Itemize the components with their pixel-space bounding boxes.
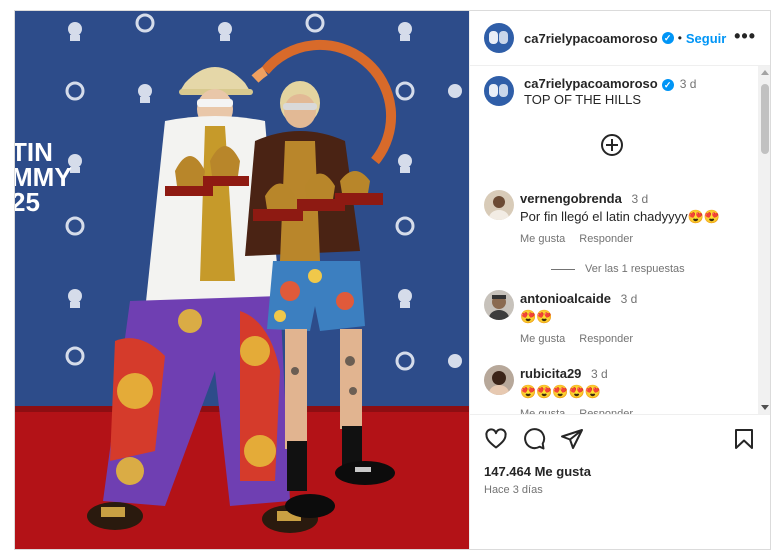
post-actions-bar: 147.464 Me gusta Hace 3 días [470, 414, 770, 549]
comment-like-button[interactable]: Me gusta [520, 331, 565, 348]
comment-text: 😍😍 [520, 309, 553, 324]
view-replies-button[interactable]: Ver las 1 respuestas [551, 263, 685, 275]
comment-time[interactable]: 3 d [591, 367, 608, 381]
comment-like-button[interactable]: Me gusta [520, 231, 565, 248]
commenter-avatar[interactable] [484, 190, 514, 220]
comment-text: Por fin llegó el latin chadyyyy😍😍 [520, 209, 721, 224]
commenter-username[interactable]: antonioalcaide [520, 291, 611, 306]
add-comment-icon[interactable] [601, 134, 623, 156]
more-options-icon[interactable]: ••• [734, 27, 756, 45]
scrollbar-thumb[interactable] [761, 84, 769, 154]
comments-scrollbar[interactable] [758, 66, 770, 414]
scroll-down-arrow-icon[interactable] [761, 405, 769, 410]
caption-time[interactable]: 3 d [680, 77, 697, 91]
share-send-icon[interactable] [560, 427, 584, 451]
post-caption: ca7rielypacoamoroso ✓ 3 d TOP OF THE HILLS [484, 76, 696, 108]
comment-item: rubicita29 3 d 😍😍😍😍😍 Me gusta Responder [484, 365, 633, 414]
save-bookmark-icon[interactable] [732, 427, 756, 451]
comment-time[interactable]: 3 d [631, 192, 648, 206]
commenter-avatar[interactable] [484, 365, 514, 395]
post-photo[interactable]: TIN MMY 25 [15, 11, 469, 549]
comment-time[interactable]: 3 d [621, 292, 638, 306]
comment-item: antonioalcaide 3 d 😍😍 Me gusta Responder [484, 290, 637, 348]
author-username[interactable]: ca7rielypacoamoroso [524, 31, 658, 46]
comment-reply-button[interactable]: Responder [579, 406, 633, 414]
comments-section[interactable]: ca7rielypacoamoroso ✓ 3 d TOP OF THE HILLS… [470, 66, 770, 414]
caption-text: TOP OF THE HILLS [524, 92, 642, 107]
separator-dot: • [677, 31, 682, 45]
author-avatar[interactable] [484, 23, 514, 53]
likes-count[interactable]: 147.464 Me gusta [484, 464, 591, 479]
follow-button[interactable]: Seguir [686, 31, 726, 46]
like-heart-icon[interactable] [484, 427, 508, 451]
verified-badge-icon: ✓ [661, 79, 674, 91]
commenter-username[interactable]: vernengobrenda [520, 191, 622, 206]
scroll-up-arrow-icon[interactable] [761, 70, 769, 75]
commenter-username[interactable]: rubicita29 [520, 366, 581, 381]
comment-like-button[interactable]: Me gusta [520, 406, 565, 414]
comment-reply-button[interactable]: Responder [579, 331, 633, 348]
comment-text: 😍😍😍😍😍 [520, 384, 601, 399]
svg-text:25: 25 [15, 187, 40, 217]
comment-item: vernengobrenda 3 d Por fin llegó el lati… [484, 190, 720, 248]
comment-bubble-icon[interactable] [522, 427, 546, 451]
post-time-ago[interactable]: Hace 3 días [484, 484, 543, 496]
post-modal: TIN MMY 25 [14, 10, 771, 550]
commenter-avatar[interactable] [484, 290, 514, 320]
verified-badge-icon: ✓ [661, 32, 674, 44]
post-header: ca7rielypacoamoroso ✓ • Seguir ••• [470, 11, 770, 66]
comment-reply-button[interactable]: Responder [579, 231, 633, 248]
caption-username[interactable]: ca7rielypacoamoroso [524, 76, 658, 91]
caption-avatar[interactable] [484, 76, 514, 106]
post-side-panel: ca7rielypacoamoroso ✓ • Seguir ••• ca7ri… [469, 11, 770, 549]
